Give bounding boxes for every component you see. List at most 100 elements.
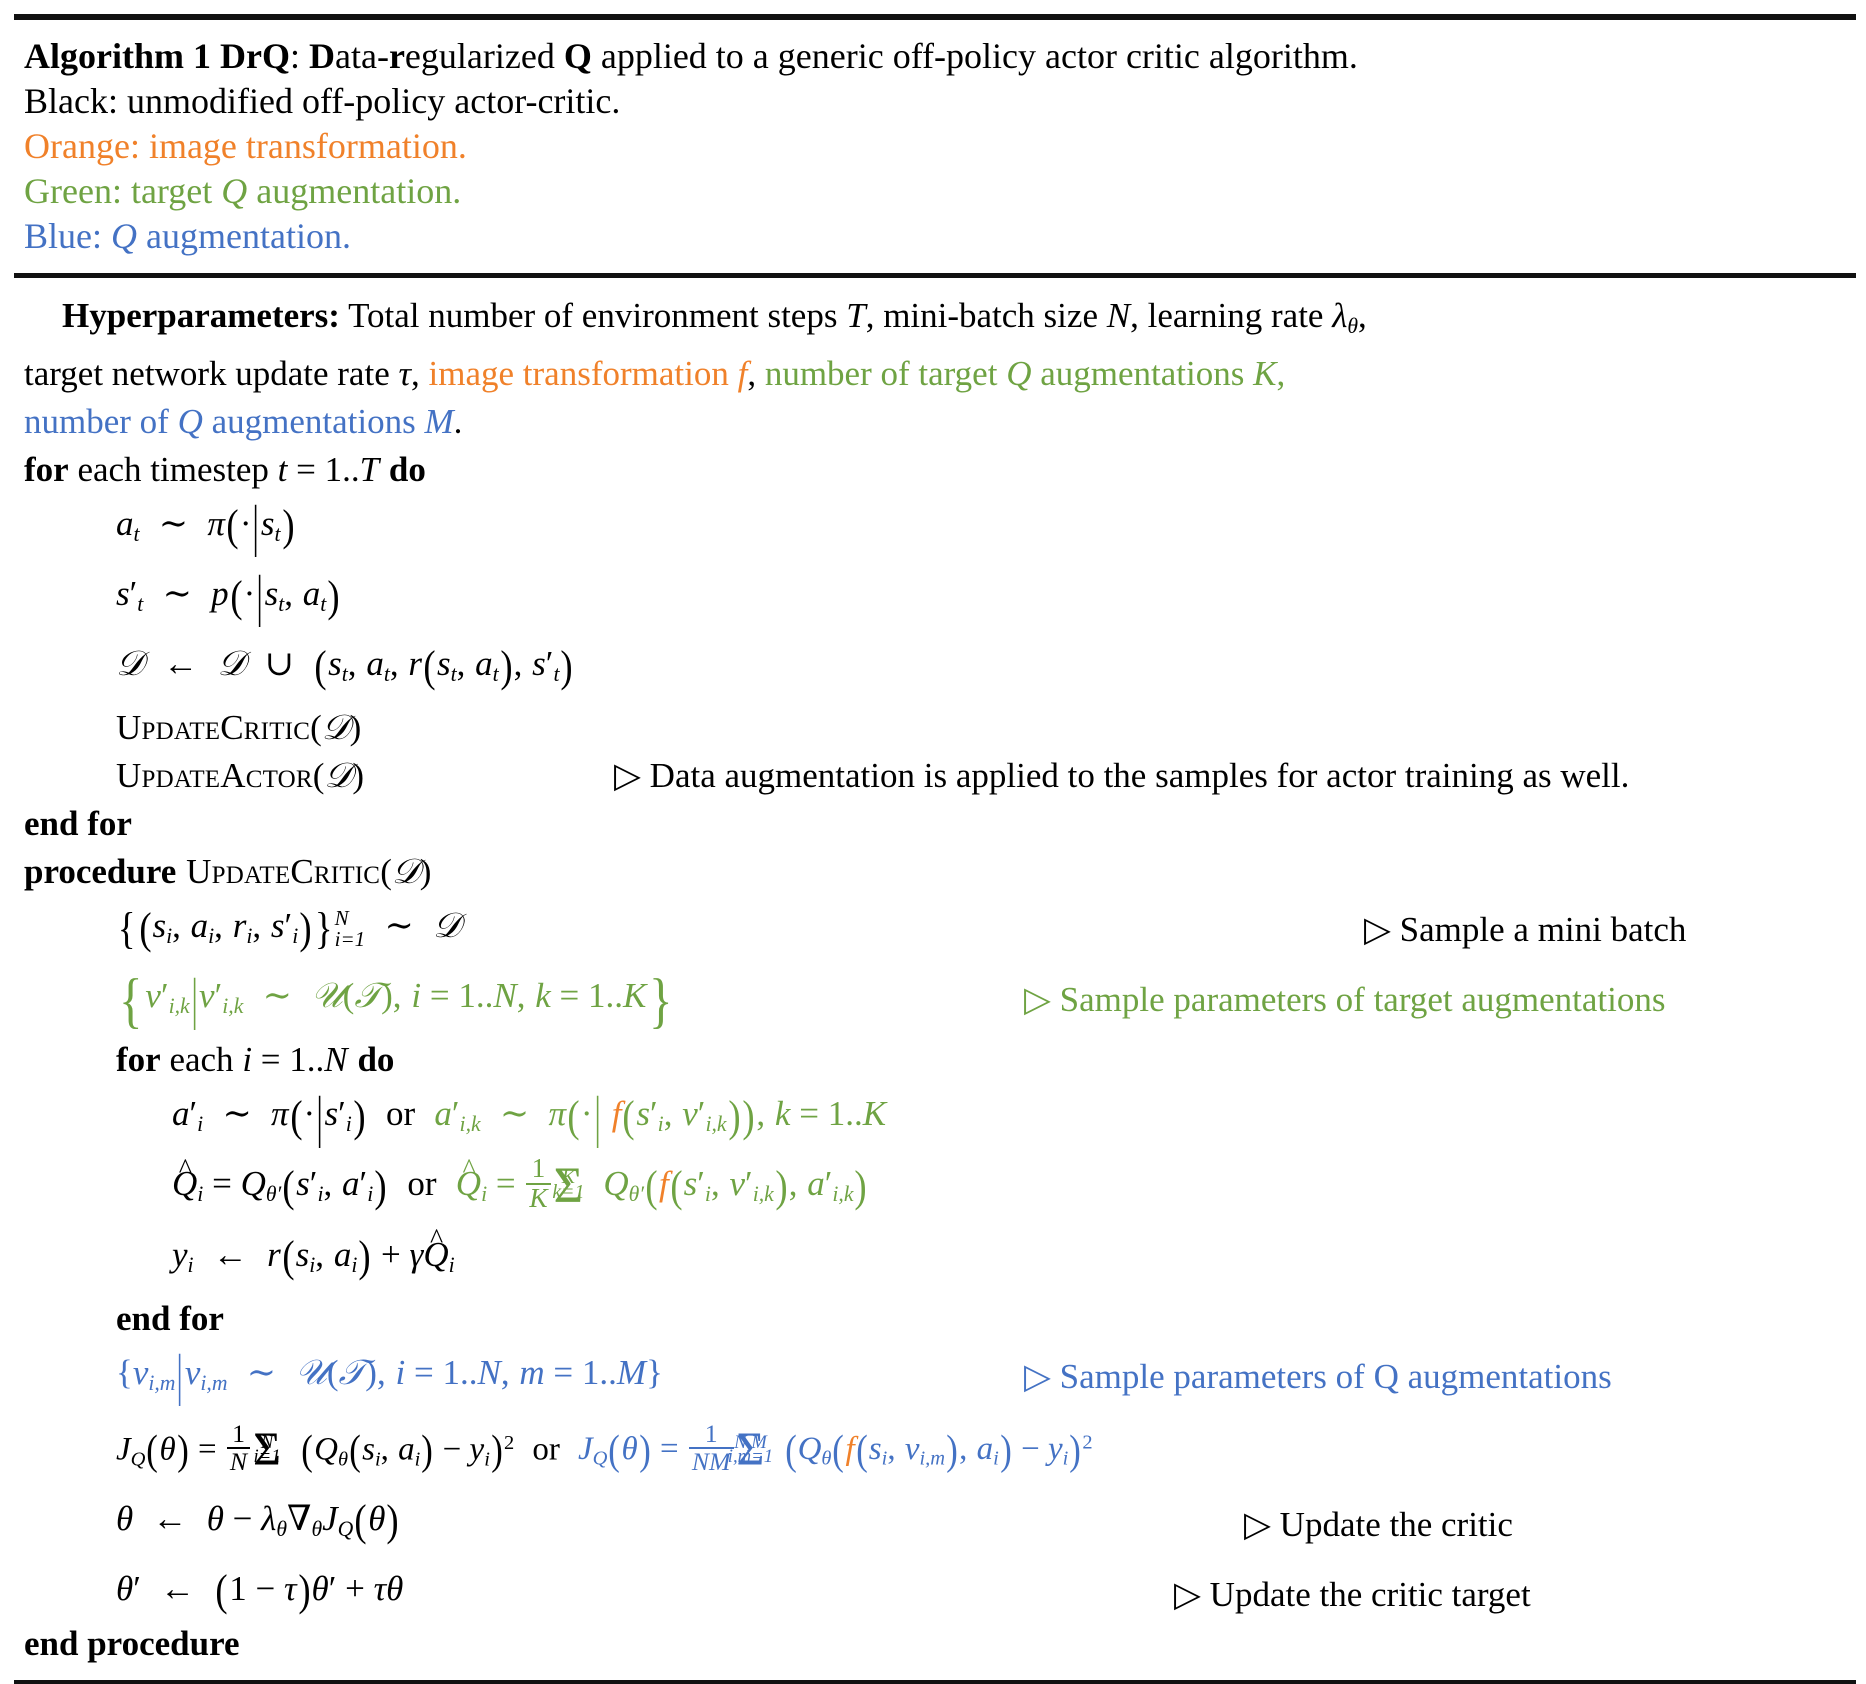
algorithm-title-label: Algorithm 1 DrQ: [24, 36, 290, 76]
replay-buffer-update-line: 𝒟 ← 𝒟 ∪ (st, at, r(st, at), s′t): [116, 640, 574, 691]
hyperparameters-line-3: number of Q augmentations M.: [24, 398, 1844, 446]
triangle-icon: ▷: [1024, 980, 1051, 1020]
symbol-M-blue: M: [424, 402, 454, 442]
for-each-i-eq: = 1..: [252, 1040, 325, 1080]
update-actor-comment-text: Data augmentation is applied to the samp…: [649, 756, 1630, 796]
hyperparameters-blue-text-a: number of: [24, 402, 178, 442]
hyperparameters-text-2: , mini-batch size: [865, 296, 1107, 335]
end-for-line-1: end for: [24, 800, 1844, 848]
theta-target-comment: ▷ Update the critic target: [1174, 1565, 1531, 1625]
hyperparameters-text-9: .: [453, 402, 463, 442]
q-augmentation-sample-line: {νi,m|νi,m ∼ 𝒰(𝒯), i = 1..N, m = 1..M} ▷ Sam…: [116, 1343, 1612, 1407]
hyperparameters-text-7: ,: [747, 354, 765, 394]
symbol-N-2: N: [324, 1040, 348, 1080]
algorithm-body: Hyperparameters: Total number of environ…: [0, 288, 1866, 1668]
legend-green-Q: Q: [221, 171, 248, 211]
keyword-for-2: for: [116, 1040, 161, 1080]
triangle-icon: ▷: [614, 756, 641, 796]
update-actor-call-line: UpdateActor(𝒟) ▷ Data augmentation is ap…: [24, 752, 1844, 800]
symbol-T: T: [846, 296, 866, 335]
keyword-do-2: do: [357, 1040, 395, 1080]
legend-black: Black: unmodified off-policy actor-criti…: [24, 79, 1844, 124]
minibatch-sample-line: {(si, ai, ri, s′i)} Ni=1 ∼ 𝒟 ▷ Sample a mini b…: [24, 896, 1844, 966]
algorithm-box: Algorithm 1 DrQ: Data-regularized Q appl…: [0, 14, 1866, 1684]
update-actor-comment: ▷ Data augmentation is applied to the sa…: [614, 752, 1629, 800]
target-value-line: yi ← r(si, ai) + γ ^ Qi: [172, 1223, 455, 1281]
triangle-icon: ▷: [1024, 1356, 1051, 1396]
hyperparameters-text-1: Total number of environment steps: [339, 296, 847, 335]
hyperparameters-line-1: Hyperparameters: Total number of environ…: [24, 292, 1844, 350]
legend-orange: Orange: image transformation.: [24, 124, 1844, 169]
keyword-end-for-1: end for: [24, 804, 132, 844]
algorithm-title: Algorithm 1 DrQ: Data-regularized Q appl…: [24, 34, 1844, 79]
legend-black-text: Black: unmodified off-policy actor-criti…: [24, 81, 621, 121]
legend-blue: Blue: Q augmentation.: [24, 214, 1844, 259]
algorithm-title-egularized: egularized: [404, 36, 564, 76]
algorithm-title-Q: Q: [563, 36, 592, 76]
update-critic-name: UpdateCritic: [116, 708, 311, 748]
hyperparameters-label: Hyperparameters:: [62, 296, 340, 335]
theta-update-comment: ▷ Update the critic: [1244, 1495, 1513, 1555]
symbol-t: t: [277, 450, 288, 490]
hyperparameters-text-5: target network update rate: [24, 354, 399, 394]
triangle-icon: ▷: [1174, 1575, 1201, 1615]
keyword-for-1: for: [24, 450, 69, 490]
legend-blue-post: augmentation.: [137, 216, 351, 256]
target-augmentation-comment-text: Sample parameters of target augmentation…: [1059, 980, 1666, 1020]
next-state-sample-line: s′t ∼ p(·|st, at): [116, 565, 340, 629]
end-procedure-line: end procedure: [24, 1620, 1844, 1668]
target-augmentation-comment: ▷ Sample parameters of target augmentati…: [1024, 970, 1666, 1030]
symbol-tau: τ: [398, 354, 412, 394]
procedure-name: UpdateCritic: [186, 852, 381, 892]
theta-target-update-line: θ′ ← (1 − τ)θ′ + τθ ▷ Update the critic ta…: [24, 1559, 1844, 1620]
algorithm-title-D: D: [308, 36, 335, 76]
for-timestep-line: for each timestep t = 1..T do: [24, 446, 1844, 494]
legend-green-pre: Green: target: [24, 171, 222, 211]
procedure-header-line: procedure UpdateCritic(𝒟): [24, 852, 432, 892]
minibatch-comment: ▷ Sample a mini batch: [1364, 900, 1686, 960]
hyperparameters-text-8: ,: [1276, 354, 1286, 394]
critic-loss-line: JQ(θ) = 1 N Σ Ni=1 (Qθ(si, ai) − yi)2 or JQ(θ) …: [116, 1418, 1093, 1477]
hyperparameters-orange-text: image transformation: [428, 354, 738, 394]
symbol-lambda: λ: [1332, 296, 1348, 335]
triangle-icon: ▷: [1244, 1504, 1271, 1544]
hyperparameters-line-2: target network update rate τ, image tran…: [24, 350, 1844, 398]
algorithm-header: Algorithm 1 DrQ: Data-regularized Q appl…: [0, 20, 1866, 259]
legend-green-post: augmentation.: [247, 171, 462, 211]
q-augmentation-comment-text: Sample parameters of Q augmentations: [1059, 1356, 1612, 1396]
symbol-Q-green: Q: [1006, 354, 1032, 394]
hyperparameters-text-4: ,: [1358, 296, 1367, 335]
legend-blue-Q: Q: [111, 216, 137, 256]
or-keyword-1: or: [385, 1094, 416, 1134]
hyperparameters-text-6: ,: [411, 354, 429, 394]
rule-middle: [14, 273, 1856, 278]
symbol-lambda-subscript: θ: [1347, 314, 1359, 339]
actor-sample-line: a′i ∼ π(·|s′i) or a′i,k ∼ π(·| f(s′i, ν′i,k)), k …: [172, 1085, 887, 1149]
legend-orange-text: Orange: image transformation.: [24, 126, 467, 166]
keyword-end-for-2: end for: [116, 1298, 224, 1338]
theta-target-comment-text: Update the critic target: [1209, 1575, 1531, 1615]
hyperparameters-green-text-b: augmentations: [1031, 354, 1254, 394]
hyperparameters-green-text-a: number of target: [764, 354, 1007, 394]
algorithm-title-ata: ata-: [334, 36, 389, 76]
algorithm-title-colon: :: [289, 36, 300, 76]
minibatch-comment-text: Sample a mini batch: [1399, 910, 1687, 950]
algorithm-title-r: r: [388, 36, 405, 76]
q-augmentation-comment: ▷ Sample parameters of Q augmentations: [1024, 1347, 1612, 1407]
algorithm-title-rest: applied to a generic off-policy actor cr…: [591, 36, 1358, 76]
or-keyword-2: or: [407, 1164, 437, 1204]
for-each-i-line: for each i = 1..N do: [24, 1036, 1844, 1084]
theta-update-line: θ ← θ − λθ∇θJQ(θ) ▷ Update the critic: [24, 1489, 1844, 1559]
symbol-T-upper: T: [359, 450, 380, 490]
for-each-i-mid: each: [160, 1040, 243, 1080]
legend-blue-pre: Blue:: [24, 216, 111, 256]
rule-bottom: [14, 1680, 1856, 1684]
hyperparameters-blue-text-b: augmentations: [202, 402, 425, 442]
keyword-do-1: do: [388, 450, 426, 490]
symbol-Q-blue: Q: [177, 402, 203, 442]
symbol-K-green: K: [1253, 354, 1277, 394]
symbol-f-orange: f: [737, 354, 748, 394]
target-q-line: ^ Qi = Qθ′(s′i, a′i) or ^ Qi = 1 K Σ Kk=1 Qθ′(f(s…: [172, 1153, 868, 1213]
triangle-icon: ▷: [1364, 910, 1391, 950]
end-for-line-2: end for: [24, 1295, 1844, 1343]
